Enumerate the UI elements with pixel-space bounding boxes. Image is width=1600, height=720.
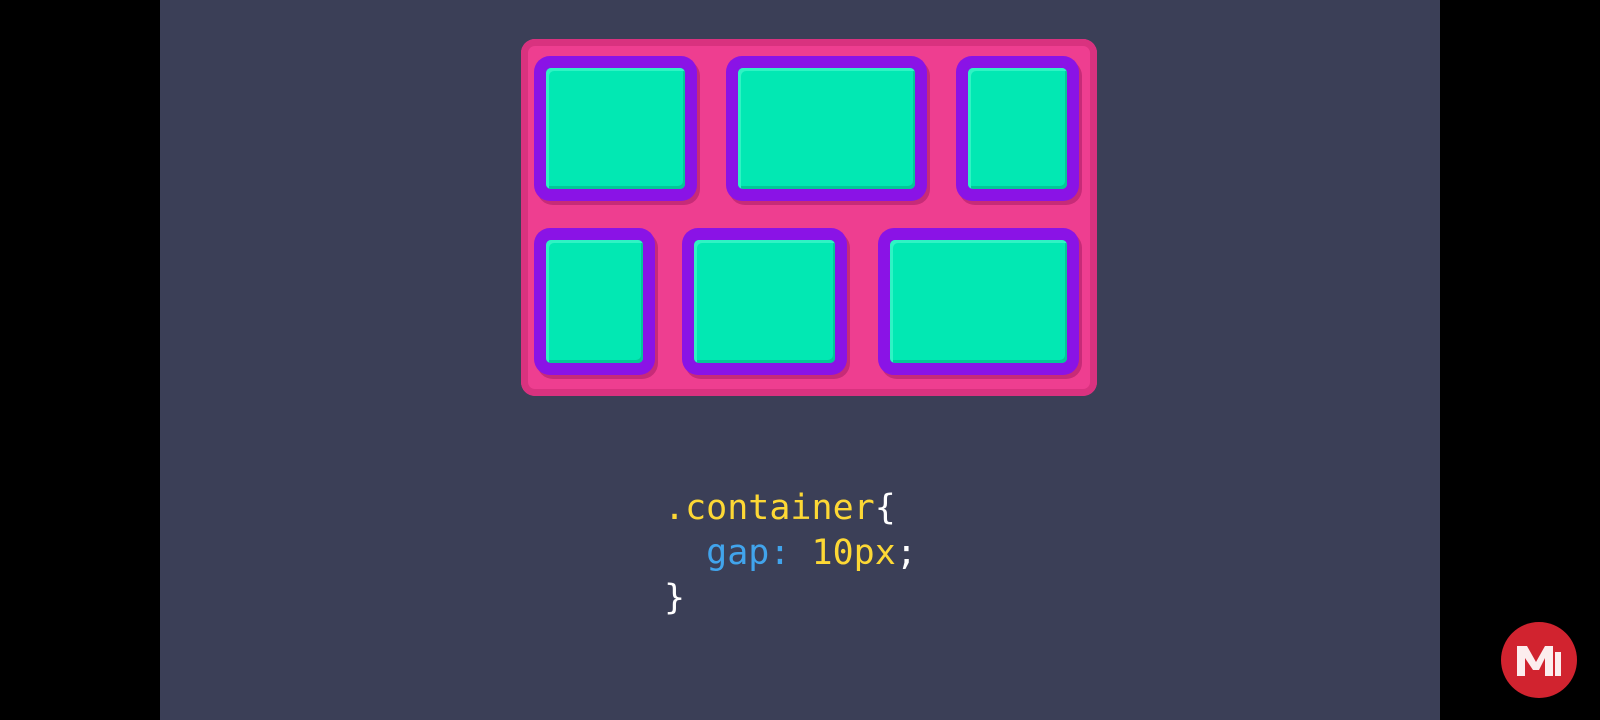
grid-item <box>534 228 655 375</box>
channel-logo-icon[interactable] <box>1501 622 1577 698</box>
grid-item-content <box>546 68 685 189</box>
grid-item <box>726 56 927 201</box>
grid-item-content <box>546 240 643 363</box>
code-line-3: } <box>664 576 917 621</box>
grid-item <box>878 228 1079 375</box>
grid-item-content <box>694 240 835 363</box>
logo-glyph-icon <box>1517 646 1561 676</box>
grid-item-content <box>890 240 1067 363</box>
css-selector: .container <box>664 488 875 528</box>
css-code-snippet: .container{ gap: 10px;} <box>664 486 917 621</box>
css-property: gap <box>706 533 770 573</box>
grid-item <box>956 56 1079 201</box>
grid-item-content <box>968 68 1067 189</box>
grid-item <box>682 228 847 375</box>
grid-container <box>521 39 1097 396</box>
code-line-2: gap: 10px; <box>664 531 917 576</box>
css-semicolon: ; <box>895 533 917 573</box>
css-value: 10px <box>811 533 896 573</box>
css-colon: : <box>769 533 791 573</box>
code-line-1: .container{ <box>664 486 917 531</box>
open-brace: { <box>874 488 896 528</box>
close-brace: } <box>664 578 686 618</box>
grid-item <box>534 56 697 201</box>
grid-item-content <box>738 68 915 189</box>
